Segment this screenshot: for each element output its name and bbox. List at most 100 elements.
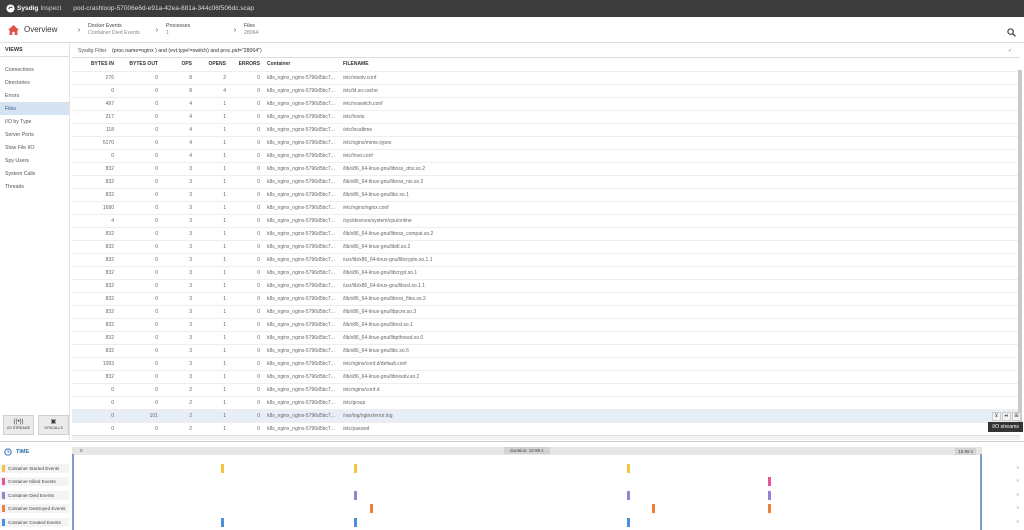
sidebar-item-errors[interactable]: Errors	[0, 89, 69, 102]
column-header[interactable]: Container	[264, 58, 340, 71]
vertical-scrollbar[interactable]	[1018, 70, 1022, 430]
table-cell: 101	[118, 408, 162, 422]
syscalls-button[interactable]: ▣ SYSCALLS	[38, 415, 69, 435]
timeline-track[interactable]	[72, 462, 982, 475]
event-mark[interactable]	[626, 464, 630, 473]
event-mark[interactable]	[353, 517, 357, 527]
event-mark[interactable]	[353, 490, 357, 500]
event-mark[interactable]	[651, 504, 655, 514]
table-row[interactable]: 832 0 3 1 0 k8s_nginx_nginx-5796d5bc7.../lib/…	[72, 187, 1020, 201]
table-cell: 0	[230, 161, 264, 175]
event-mark[interactable]	[221, 517, 225, 527]
timeline-row-label[interactable]: Container Created Events	[0, 517, 69, 527]
table-row[interactable]: 0 0 4 1 0 k8s_nginx_nginx-5796d5bc7.../etc/ho…	[72, 148, 1020, 162]
event-mark[interactable]	[370, 504, 374, 514]
column-header[interactable]: OPS	[162, 58, 196, 71]
check-icon[interactable]: ✓	[1008, 48, 1020, 54]
table-row[interactable]: 832 0 3 1 0 k8s_nginx_nginx-5796d5bc7.../lib/…	[72, 226, 1020, 240]
column-header[interactable]: FILENAME	[340, 58, 1020, 71]
event-mark[interactable]	[767, 477, 771, 487]
breadcrumb-docker-events[interactable]: Docker Events Container Died Events	[88, 23, 148, 37]
table-row[interactable]: 832 0 3 1 0 k8s_nginx_nginx-5796d5bc7.../lib/…	[72, 304, 1020, 318]
close-icon[interactable]: ×	[1016, 492, 1019, 497]
sidebar-item-threads[interactable]: Threads	[0, 180, 69, 193]
sidebar-item-slow-file-i-o[interactable]: Slow File I/O	[0, 141, 69, 154]
table-row[interactable]: 0 0 2 1 0 k8s_nginx_nginx-5796d5bc7.../etc/ng…	[72, 382, 1020, 396]
sidebar-item-server-ports[interactable]: Server Ports	[0, 128, 69, 141]
table-cell: k8s_nginx_nginx-5796d5bc7...	[264, 395, 340, 409]
time-axis[interactable]: 0 duration: 10.99 s 10.99 s	[72, 447, 982, 455]
table-row[interactable]: 832 0 3 1 0 k8s_nginx_nginx-5796d5bc7.../lib/…	[72, 343, 1020, 357]
table-row[interactable]: 832 0 3 1 0 k8s_nginx_nginx-5796d5bc7.../lib/…	[72, 174, 1020, 188]
table-row[interactable]: 832 0 3 1 0 k8s_nginx_nginx-5796d5bc7.../lib/…	[72, 317, 1020, 331]
search-button[interactable]	[1007, 24, 1016, 42]
timeline-track[interactable]	[72, 502, 982, 515]
table-cell: 0	[230, 96, 264, 110]
table-cell: /lib/x86_64-linux-gnu/libresolv.so.2	[340, 369, 1020, 383]
table-row[interactable]: 118 0 4 1 0 k8s_nginx_nginx-5796d5bc7.../etc/…	[72, 122, 1020, 136]
color-swatch	[2, 505, 5, 513]
table-cell: 1	[196, 382, 230, 396]
io-streams-button[interactable]: ((•)) I/O STREAMS	[3, 415, 34, 435]
event-mark[interactable]	[626, 517, 630, 527]
breadcrumb: Overview › Docker Events Container Died …	[0, 17, 1024, 43]
table-row[interactable]: 5170 0 4 1 0 k8s_nginx_nginx-5796d5bc7.../etc…	[72, 135, 1020, 149]
table-row[interactable]: 832 0 3 1 0 k8s_nginx_nginx-5796d5bc7.../lib/…	[72, 161, 1020, 175]
timeline-row-label[interactable]: Container Started Events	[0, 464, 69, 473]
close-icon[interactable]: ×	[1016, 505, 1019, 510]
sidebar-item-files[interactable]: Files	[0, 102, 69, 115]
table-row[interactable]: 832 0 3 1 0 k8s_nginx_nginx-5796d5bc7.../lib/…	[72, 291, 1020, 305]
range-start-handle[interactable]	[72, 454, 74, 530]
overview-button[interactable]: Overview	[0, 24, 70, 35]
event-mark[interactable]	[353, 464, 357, 473]
table-row[interactable]: 832 0 3 1 0 k8s_nginx_nginx-5796d5bc7.../usr/…	[72, 278, 1020, 292]
table-row[interactable]: 832 0 3 1 0 k8s_nginx_nginx-5796d5bc7.../lib/…	[72, 239, 1020, 253]
event-mark[interactable]	[767, 490, 771, 500]
sidebar-item-system-calls[interactable]: System Calls	[0, 167, 69, 180]
timeline-track[interactable]	[72, 516, 982, 529]
timeline-row-label[interactable]: Container Killed Events	[0, 477, 69, 487]
table-row[interactable]: 1680 0 3 1 0 k8s_nginx_nginx-5796d5bc7.../etc…	[72, 200, 1020, 214]
timeline-row-label[interactable]: Container Destroyed Events	[0, 504, 69, 514]
event-mark[interactable]	[626, 490, 630, 500]
close-icon[interactable]: ×	[1016, 465, 1019, 470]
breadcrumb-processes[interactable]: Processes 1	[166, 23, 226, 37]
close-icon[interactable]: ×	[1016, 478, 1019, 483]
column-header[interactable]: BYTES OUT	[118, 58, 162, 71]
timeline-track[interactable]	[72, 475, 982, 488]
column-header[interactable]: OPENS	[196, 58, 230, 71]
breadcrumb-files[interactable]: Files 28064	[244, 23, 304, 37]
sidebar-item-directories[interactable]: Directories	[0, 76, 69, 89]
table-row[interactable]: 832 0 3 1 0 k8s_nginx_nginx-5796d5bc7.../lib/…	[72, 265, 1020, 279]
table-row[interactable]: 4 0 3 1 0 k8s_nginx_nginx-5796d5bc7.../sys/de…	[72, 213, 1020, 227]
sidebar-item-connections[interactable]: Connections	[0, 63, 69, 76]
column-header[interactable]: BYTES IN	[72, 58, 118, 71]
table-row[interactable]: 0 0 8 4 0 k8s_nginx_nginx-5796d5bc7.../etc/ld…	[72, 83, 1020, 97]
table-row[interactable]: 832 0 3 1 0 k8s_nginx_nginx-5796d5bc7.../lib/…	[72, 330, 1020, 344]
table-cell: 0	[118, 135, 162, 149]
table-row[interactable]: 832 0 3 1 0 k8s_nginx_nginx-5796d5bc7.../usr/…	[72, 252, 1020, 266]
io-streams-row-icon[interactable]: ⏯	[1002, 412, 1011, 421]
table-cell: k8s_nginx_nginx-5796d5bc7...	[264, 213, 340, 227]
table-row[interactable]: 1093 0 3 1 0 k8s_nginx_nginx-5796d5bc7.../etc…	[72, 356, 1020, 370]
filter-input[interactable]: (proc.name=nginx ) and (evt.type!=switch…	[108, 48, 1008, 54]
close-icon[interactable]: ×	[1016, 519, 1019, 524]
table-row[interactable]: 0 101 2 1 0 k8s_nginx_nginx-5796d5bc7.../var/…	[72, 408, 1020, 422]
event-mark[interactable]	[767, 504, 771, 514]
table-row[interactable]: 276 0 8 2 0 k8s_nginx_nginx-5796d5bc7.../etc/…	[72, 70, 1020, 84]
sidebar-item-i-o-by-type[interactable]: I/O by Type	[0, 115, 69, 128]
timeline-row-label[interactable]: Container Died Events	[0, 490, 69, 500]
range-end-handle[interactable]	[980, 454, 982, 530]
filter-row-icon[interactable]: ⊻	[992, 412, 1001, 421]
timeline-track[interactable]	[72, 489, 982, 502]
horizontal-scrollbar[interactable]	[72, 435, 1020, 440]
sidebar-item-spy-users[interactable]: Spy Users	[0, 154, 69, 167]
column-header[interactable]: ERRORS	[230, 58, 264, 71]
table-row[interactable]: 0 0 2 1 0 k8s_nginx_nginx-5796d5bc7.../etc/gr…	[72, 395, 1020, 409]
syscalls-row-icon[interactable]: ⊞	[1012, 412, 1021, 421]
table-row[interactable]: 217 0 4 1 0 k8s_nginx_nginx-5796d5bc7.../etc/…	[72, 109, 1020, 123]
table-row[interactable]: 832 0 3 1 0 k8s_nginx_nginx-5796d5bc7.../lib/…	[72, 369, 1020, 383]
table-row[interactable]: 0 0 2 1 0 k8s_nginx_nginx-5796d5bc7.../etc/pa…	[72, 421, 1020, 435]
table-row[interactable]: 497 0 4 1 0 k8s_nginx_nginx-5796d5bc7.../etc/…	[72, 96, 1020, 110]
event-mark[interactable]	[221, 464, 225, 473]
